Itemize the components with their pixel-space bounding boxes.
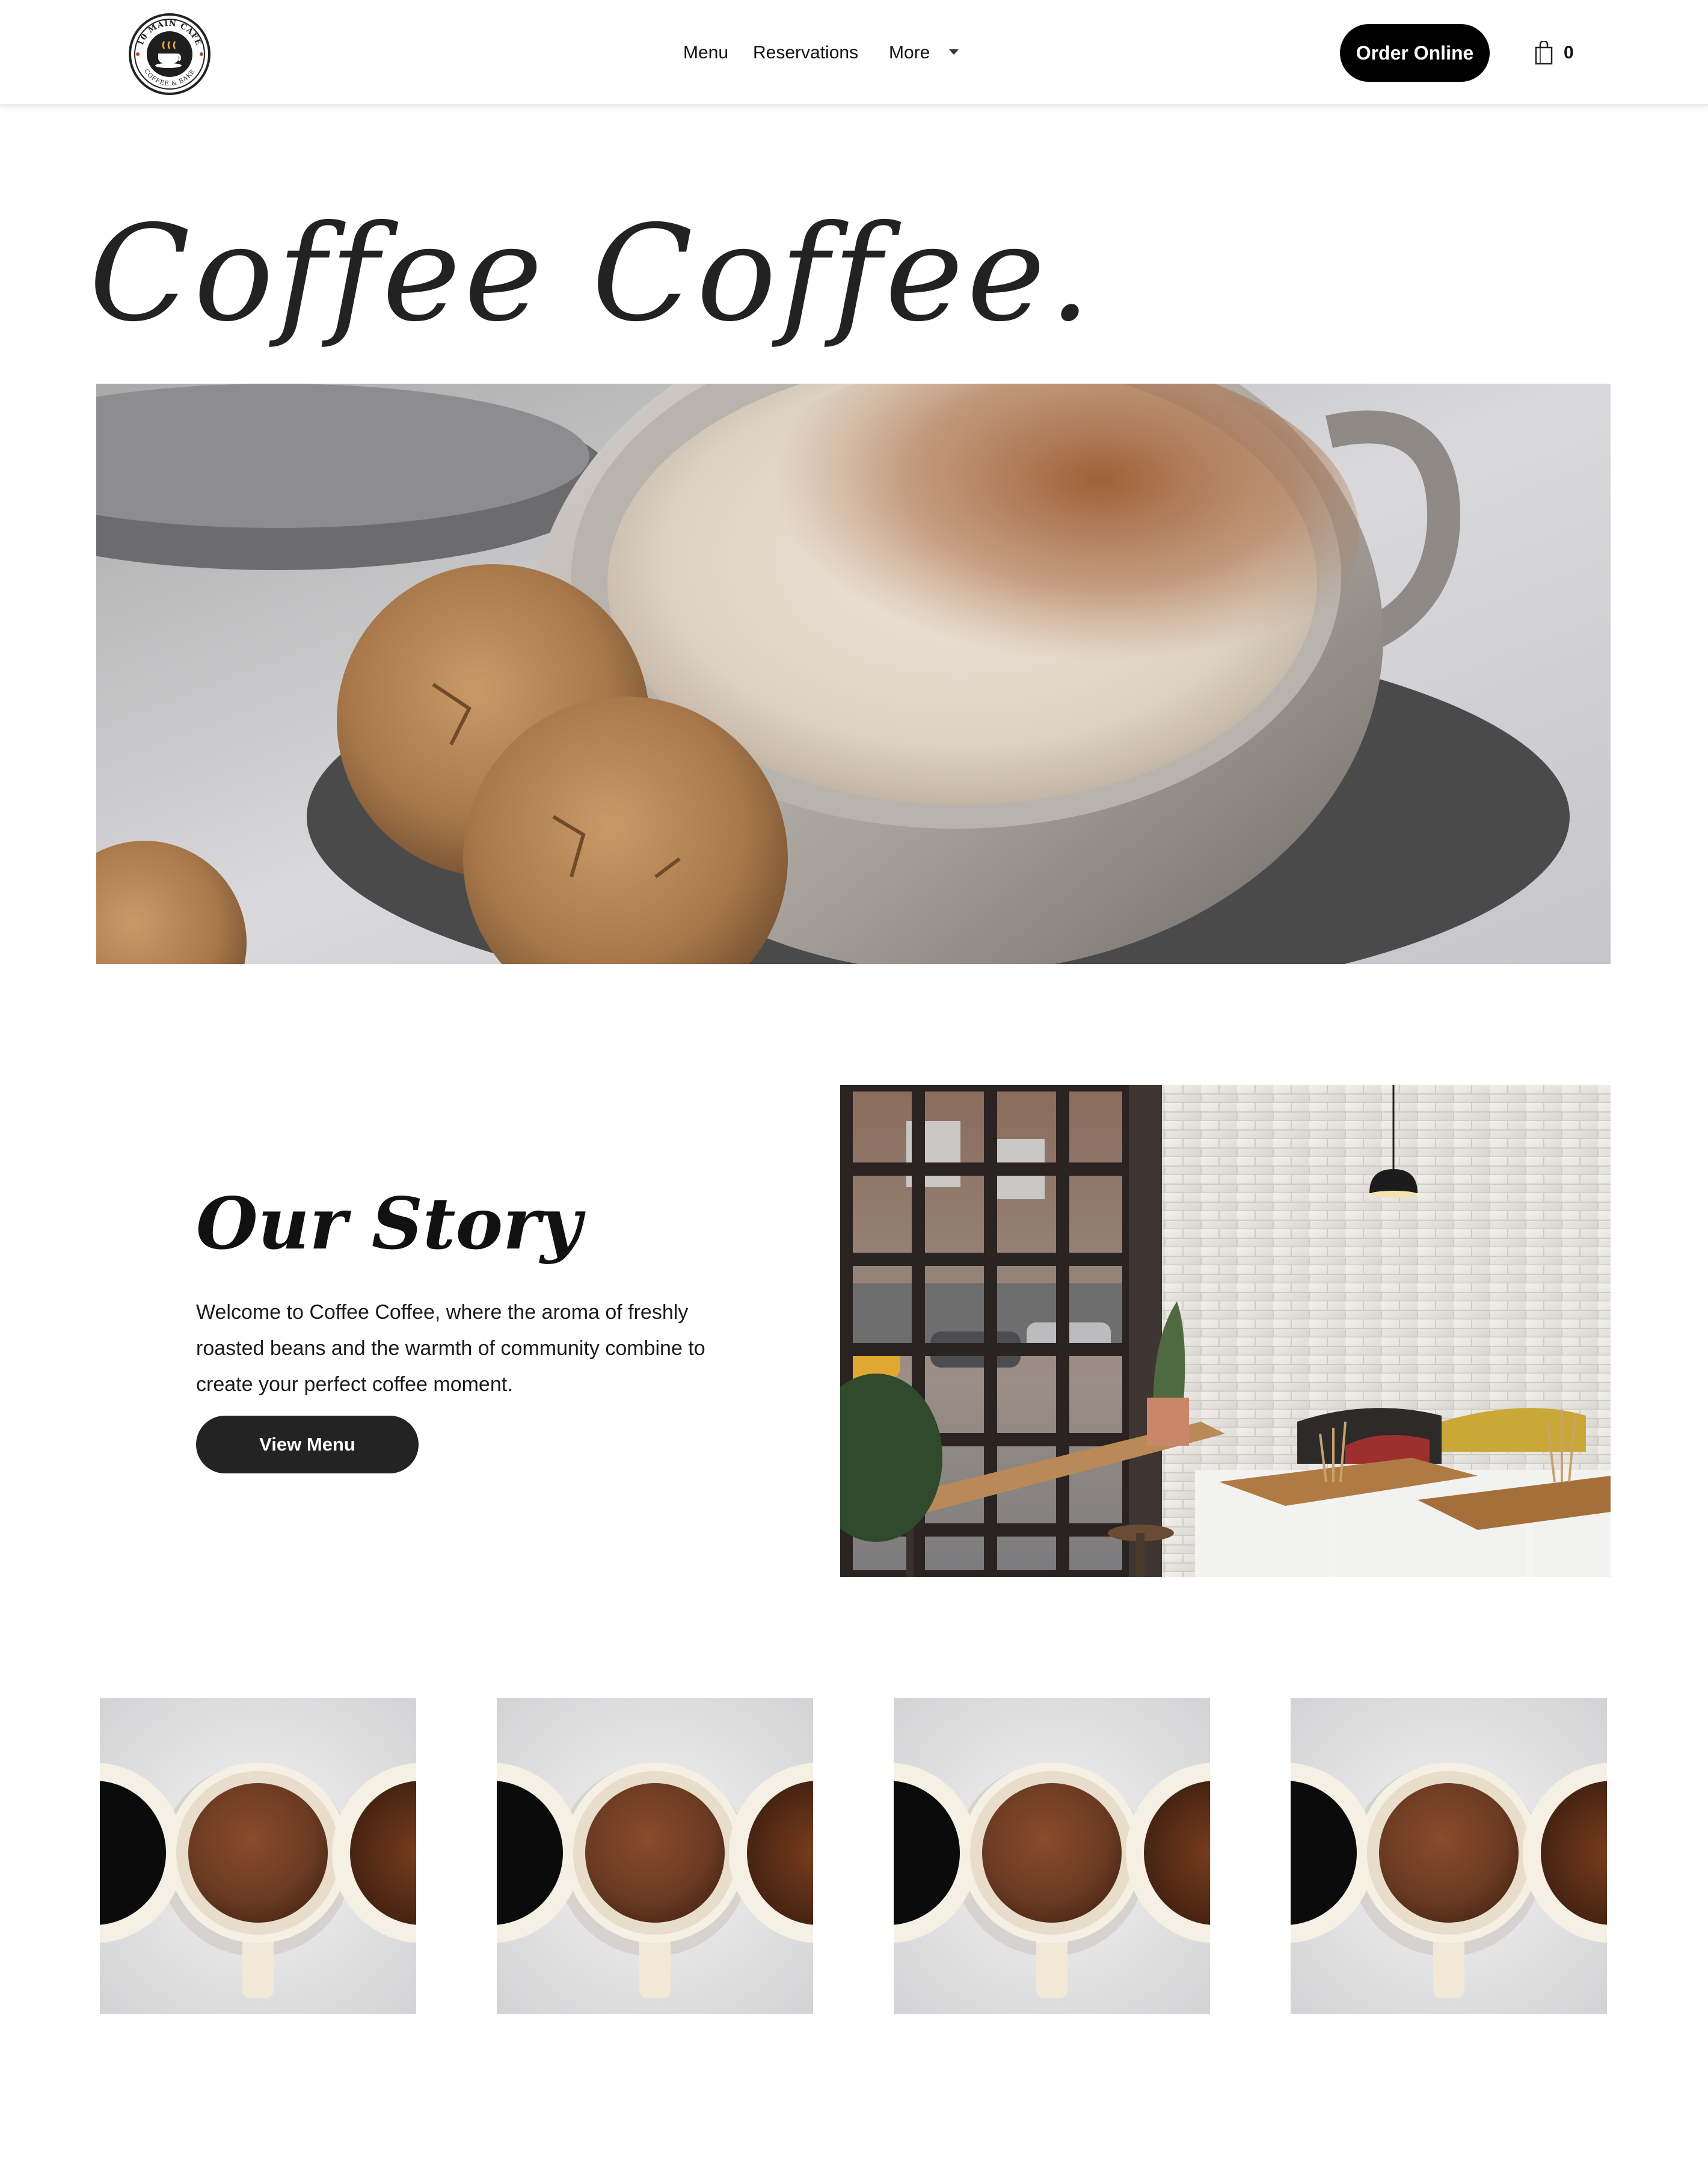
nav-more-link[interactable]: More <box>889 40 930 66</box>
order-online-button[interactable]: Order Online <box>1340 24 1490 82</box>
coffee-cups-image <box>100 1698 416 2014</box>
site-header: 10 MAIN CAFE COFFEE & BAKE Menu Reservat… <box>0 0 1708 106</box>
story-title: Our Story <box>196 1182 582 1265</box>
cafe-interior-image <box>840 1085 1611 1577</box>
chevron-down-icon[interactable] <box>949 49 959 55</box>
nav-menu-link[interactable]: Menu <box>683 40 728 66</box>
view-menu-button[interactable]: View Menu <box>196 1416 419 1473</box>
cart-count[interactable]: 0 <box>1564 41 1574 65</box>
coffee-cups-image <box>894 1698 1210 2014</box>
coffee-cups-image <box>1291 1698 1607 2014</box>
hero-image <box>96 384 1611 964</box>
hero-title: Coffee Coffee. <box>89 197 1095 351</box>
cafe-logo[interactable]: 10 MAIN CAFE COFFEE & BAKE <box>128 13 211 96</box>
shopping-bag-icon[interactable] <box>1534 41 1554 65</box>
nav-reservations-link[interactable]: Reservations <box>753 40 858 66</box>
coffee-cups-image <box>497 1698 813 2014</box>
story-text: Welcome to Coffee Coffee, where the arom… <box>196 1301 705 1396</box>
